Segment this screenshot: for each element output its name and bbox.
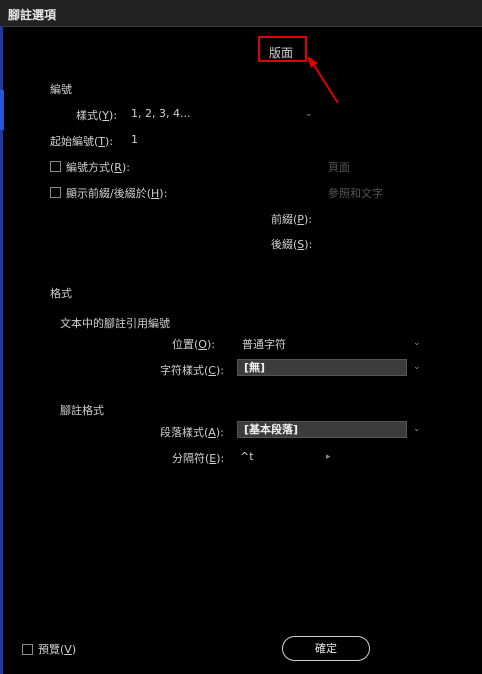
character-style-chevron-down-icon[interactable]: ⌄ [413, 362, 421, 372]
paragraph-style-label: 段落樣式(A): [160, 426, 224, 439]
character-style-label: 字符樣式(C): [160, 364, 224, 377]
style-chevron-down-icon[interactable]: ⌄ [305, 109, 313, 119]
start-number-input[interactable]: 1 [131, 133, 138, 146]
suffix-input[interactable] [318, 234, 408, 250]
footnote-format-subtitle: 腳註格式 [60, 404, 104, 417]
paragraph-style-chevron-down-icon[interactable]: ⌄ [413, 424, 421, 434]
show-prefix-suffix-label: 顯示前綴/後綴於(H): [66, 187, 168, 200]
style-dropdown[interactable]: 1, 2, 3, 4... [131, 107, 190, 120]
character-style-dropdown[interactable]: [無] [237, 359, 407, 376]
separator-label: 分隔符(E): [172, 452, 225, 465]
paragraph-style-dropdown[interactable]: [基本段落] [237, 421, 407, 438]
style-label: 樣式(Y): [76, 109, 118, 122]
prefix-input[interactable] [318, 209, 408, 225]
annotation-arrow-icon [307, 56, 339, 104]
separator-chevron-right-icon[interactable]: ▸ [326, 452, 331, 462]
position-dropdown[interactable]: 普通字符 [242, 336, 286, 352]
ok-button[interactable]: 確定 [282, 636, 370, 661]
restart-numbering-dropdown[interactable]: 頁面 [328, 159, 350, 175]
preview-label: 預覽(V) [38, 643, 77, 656]
reference-number-subtitle: 文本中的腳註引用編號 [60, 317, 170, 330]
paragraph-style-value: [基本段落] [244, 423, 299, 436]
restart-numbering-checkbox[interactable] [50, 161, 61, 172]
preview-checkbox[interactable] [22, 644, 33, 655]
suffix-label: 後綴(S): [271, 238, 313, 251]
start-number-label: 起始編號(T): [50, 135, 114, 148]
show-prefix-suffix-checkbox[interactable] [50, 187, 61, 198]
numbering-section-title: 編號 [50, 83, 72, 96]
show-prefix-suffix-dropdown[interactable]: 參照和文字 [328, 185, 383, 201]
prefix-label: 前綴(P): [271, 213, 312, 226]
position-chevron-down-icon[interactable]: ⌄ [413, 338, 421, 348]
position-label: 位置(O): [172, 338, 215, 351]
character-style-value: [無] [244, 361, 266, 374]
restart-numbering-label: 編號方式(R): [66, 161, 130, 174]
separator-input[interactable]: ^t [240, 450, 254, 463]
formatting-section-title: 格式 [50, 287, 72, 300]
